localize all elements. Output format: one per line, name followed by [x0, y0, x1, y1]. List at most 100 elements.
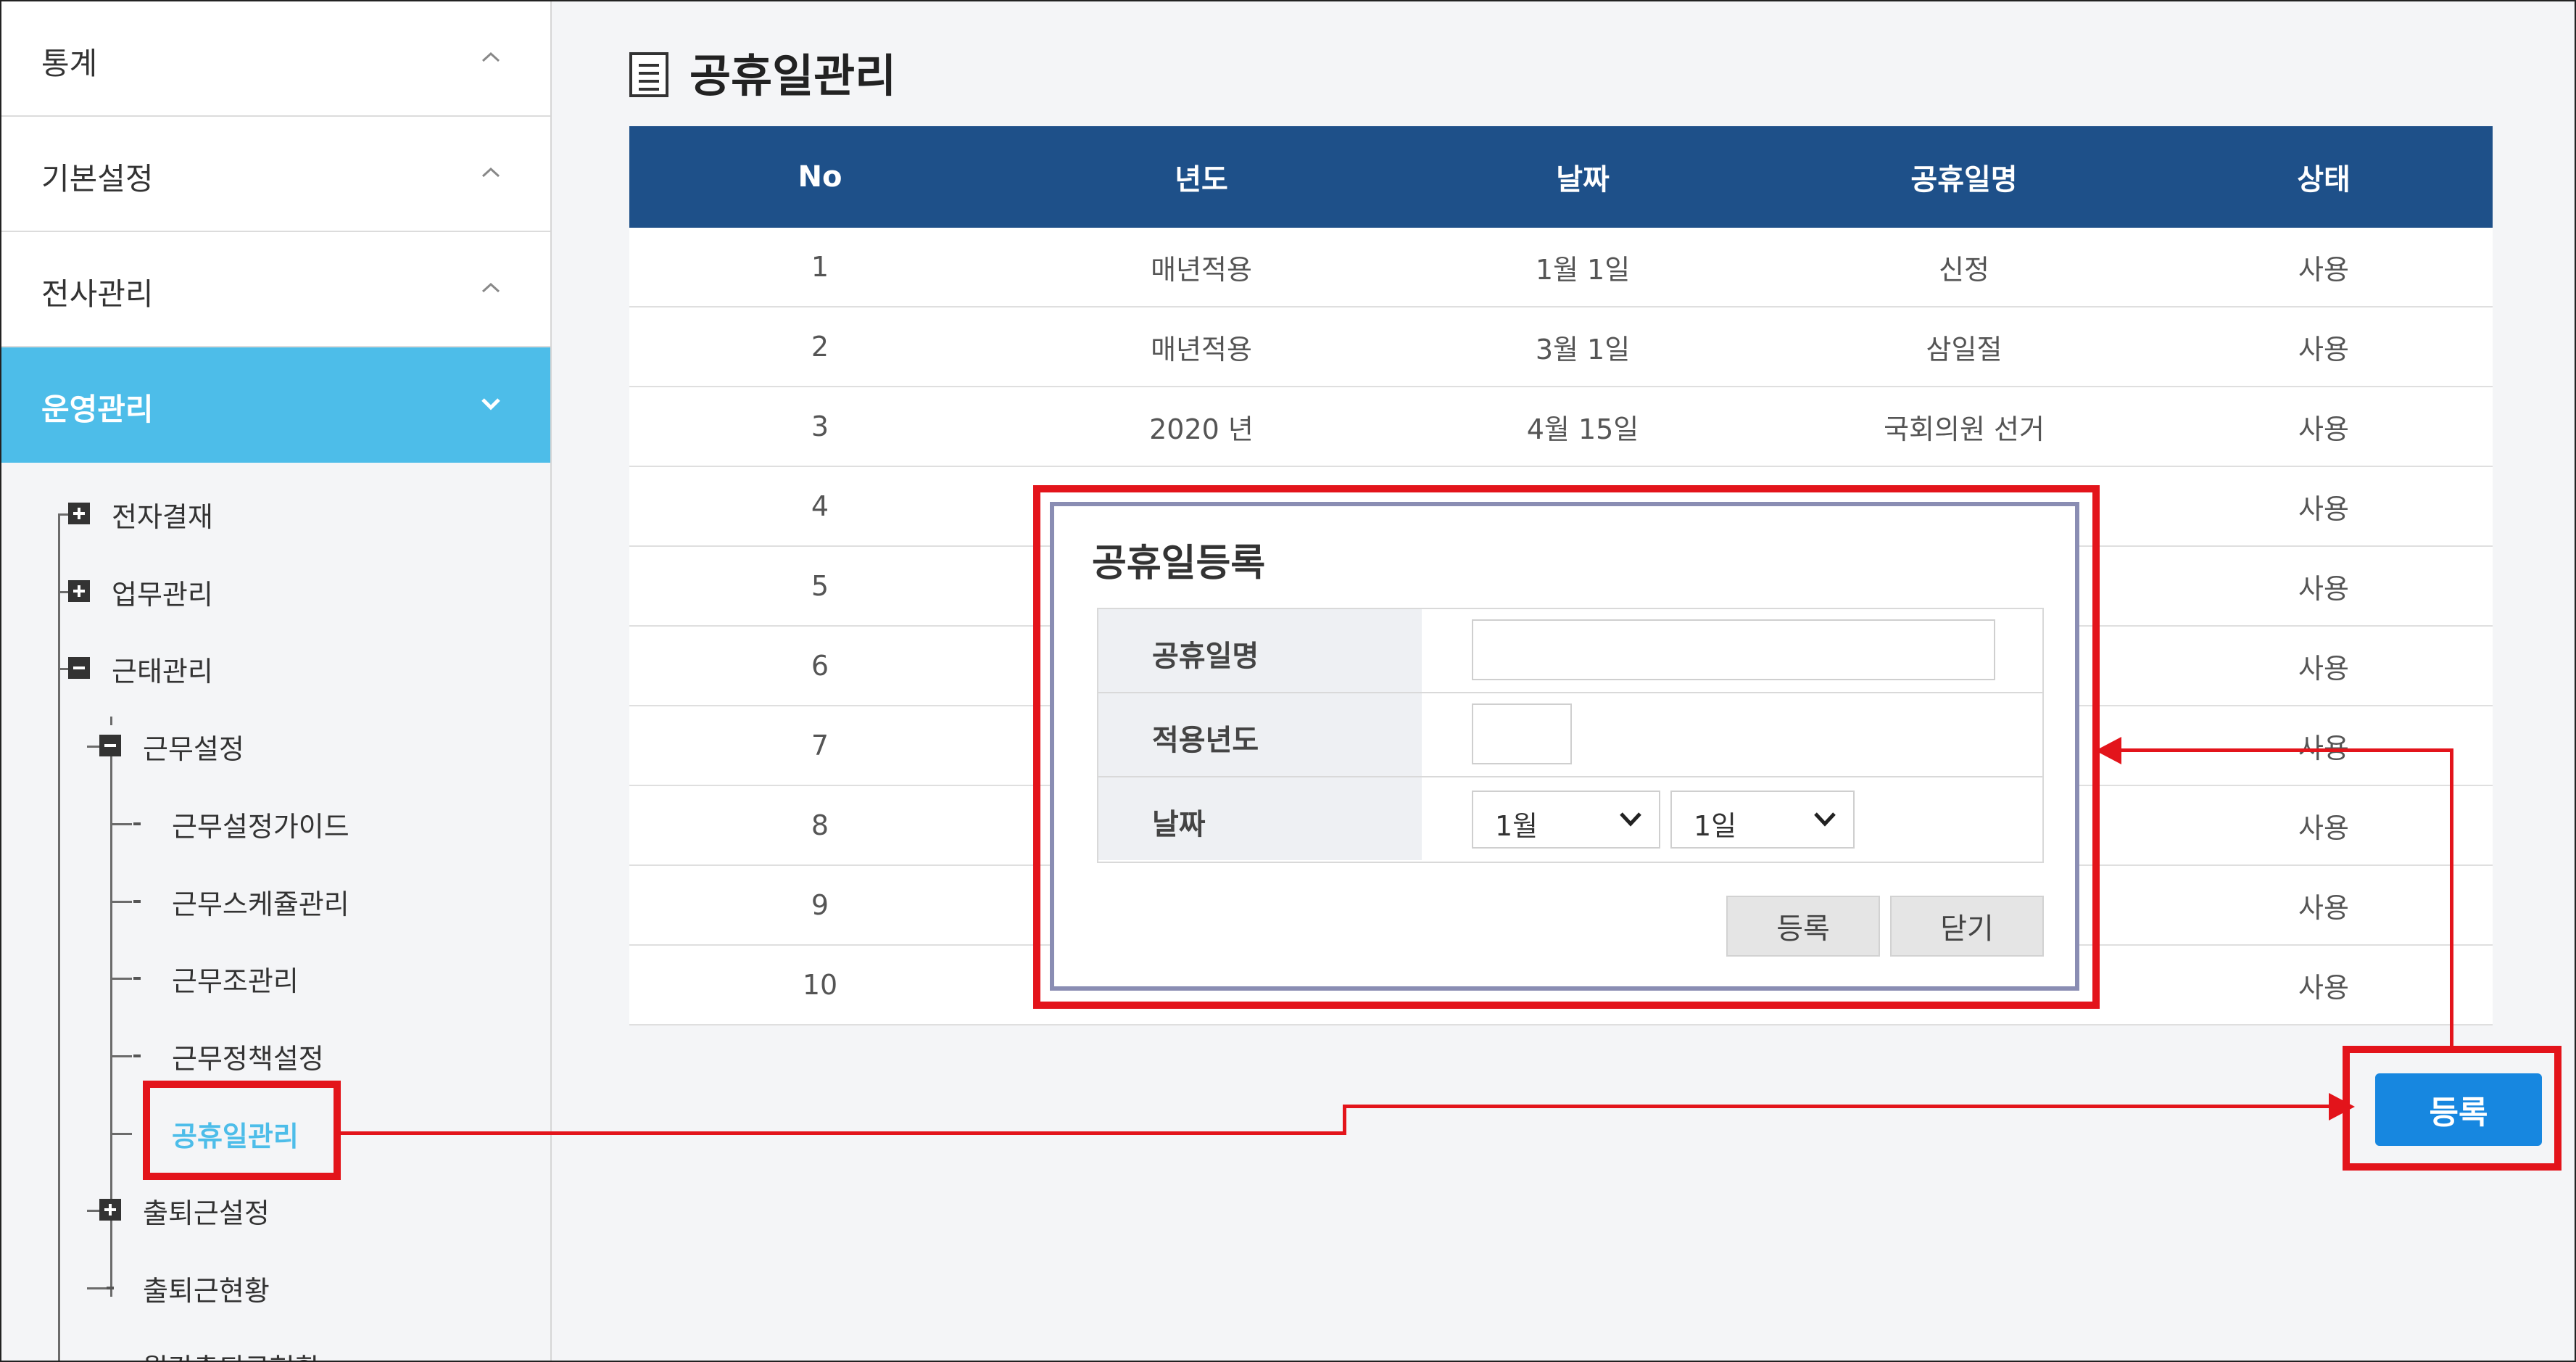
tree-line: [110, 901, 132, 903]
tree-item-attendance[interactable]: 근태관리: [112, 649, 213, 689]
holiday-name-input[interactable]: [1472, 619, 1995, 680]
tree-line: [110, 823, 132, 825]
day-value: 1일: [1694, 810, 1737, 842]
bullet-icon: [133, 977, 141, 980]
tree-line: [110, 1055, 132, 1057]
tree-item-work[interactable]: 업무관리: [112, 572, 213, 612]
table-cell: 1월 1일: [1535, 253, 1631, 286]
tree-line: [110, 1133, 132, 1135]
tree-item-group[interactable]: 근무조관리: [172, 959, 299, 999]
table-cell: 사용: [2298, 971, 2349, 1004]
chevron-up-icon: [481, 167, 500, 178]
plus-icon[interactable]: [68, 580, 90, 602]
tree-item-schedule[interactable]: 근무스케쥴관리: [172, 882, 349, 922]
day-select[interactable]: 1일: [1670, 791, 1855, 849]
chevron-down-icon: [1814, 812, 1836, 827]
month-value: 1월: [1495, 810, 1538, 842]
date-label: 날짜: [1152, 808, 1206, 841]
column-header[interactable]: 상태: [2155, 126, 2493, 228]
menu-operations[interactable]: 운영관리: [1, 347, 550, 463]
table-cell: 사용: [2298, 413, 2349, 445]
tree-item-approval[interactable]: 전자결재: [112, 495, 213, 535]
table-cell: 사용: [2298, 492, 2349, 525]
table-cell: 사용: [2298, 812, 2349, 844]
chevron-down-icon: [1620, 812, 1641, 827]
annotation-line: [2117, 748, 2453, 752]
form-row-date: 날짜 1월 1일: [1098, 777, 2042, 860]
tree-line: [110, 717, 112, 725]
menu-company[interactable]: 전사관리: [1, 232, 550, 347]
table-cell: 8: [811, 809, 829, 841]
table-cell: 국회의원 선거: [1884, 413, 2045, 445]
table-cell: 1: [811, 251, 829, 283]
tree-item-work-settings[interactable]: 근무설정: [143, 727, 244, 767]
table-cell: 2020 년: [1149, 413, 1254, 445]
annotation-line: [1343, 1105, 1346, 1135]
bullet-icon: [133, 900, 141, 903]
bullet-icon: [133, 1054, 141, 1057]
chevron-up-icon: [481, 282, 500, 293]
chevron-up-icon: [481, 51, 500, 62]
modal-form: 공휴일명 적용년도 날짜 1월 1일: [1097, 608, 2044, 863]
tree-item-commute-settings[interactable]: 출퇴근설정: [143, 1191, 270, 1231]
column-header[interactable]: 년도: [1011, 126, 1392, 228]
table-row[interactable]: 3 2020 년 4월 15일 국회의원 선거 사용: [629, 387, 2493, 467]
column-header[interactable]: 날짜: [1392, 126, 1773, 228]
table-cell: 7: [811, 730, 829, 762]
annotation-line: [1343, 1105, 2343, 1108]
table-cell: 매년적용: [1151, 333, 1252, 366]
table-cell: 6: [811, 650, 829, 682]
minus-icon[interactable]: [68, 657, 90, 679]
column-header[interactable]: 공휴일명: [1773, 126, 2155, 228]
table-cell: 10: [802, 969, 838, 1001]
tree-line: [87, 1287, 109, 1289]
tree-item-commute-status[interactable]: 출퇴근현황: [143, 1268, 270, 1308]
modal-close-button[interactable]: 닫기: [1890, 896, 2044, 957]
table-cell: 매년적용: [1151, 253, 1252, 286]
table-cell: 3: [811, 410, 829, 442]
year-label: 적용년도: [1152, 724, 1259, 757]
table-row[interactable]: 2 매년적용 3월 1일 삼일절 사용: [629, 308, 2493, 387]
tree-line: [110, 978, 132, 980]
table-cell: 9: [811, 889, 829, 921]
table-cell: 사용: [2298, 891, 2349, 924]
form-label-cell: 적용년도: [1098, 693, 1422, 776]
name-label: 공휴일명: [1152, 640, 1259, 673]
tree-item-monthly[interactable]: 월간출퇴근현황: [143, 1346, 320, 1361]
menu-label: 전사관리: [41, 276, 154, 312]
chevron-down-icon: [481, 398, 500, 410]
month-select[interactable]: 1월: [1472, 791, 1660, 849]
bullet-icon: [133, 822, 141, 825]
table-cell: 신정: [1939, 253, 1989, 286]
table-cell: 3월 1일: [1535, 333, 1631, 366]
tree-line: [58, 513, 60, 1361]
holiday-register-modal: 공휴일등록 공휴일명 적용년도 날짜 1월 1일 등록 닫기: [1050, 502, 2079, 991]
form-label-cell: 공휴일명: [1098, 609, 1422, 692]
table-cell: 사용: [2298, 732, 2349, 764]
table-row[interactable]: 1 매년적용 1월 1일 신정 사용: [629, 228, 2493, 308]
table-cell: 삼일절: [1926, 333, 2003, 366]
tree-item-guide[interactable]: 근무설정가이드: [172, 804, 349, 844]
plus-icon[interactable]: [68, 503, 90, 524]
annotation-line: [2450, 748, 2453, 1053]
bullet-icon: [107, 1287, 114, 1289]
menu-label: 운영관리: [41, 392, 154, 427]
table-cell: 4: [811, 490, 829, 522]
app-frame: 통계 기본설정 전사관리 운영관리 전자결재 업무관리 근태관리 근무설정 근무…: [0, 0, 2576, 1362]
column-header[interactable]: No: [629, 126, 1011, 228]
menu-stats[interactable]: 통계: [1, 1, 550, 117]
tree-item-policy[interactable]: 근무정책설정: [172, 1036, 324, 1076]
year-input[interactable]: [1472, 703, 1572, 764]
sidebar-tree: 전자결재 업무관리 근태관리 근무설정 근무설정가이드 근무스케쥴관리 근무조관…: [1, 463, 550, 1361]
plus-icon[interactable]: [99, 1199, 121, 1221]
modal-register-button[interactable]: 등록: [1726, 896, 1880, 957]
menu-label: 통계: [41, 46, 98, 81]
minus-icon[interactable]: [99, 735, 121, 756]
form-row-name: 공휴일명: [1098, 609, 2042, 693]
menu-basic-settings[interactable]: 기본설정: [1, 117, 550, 232]
modal-title: 공휴일등록: [1092, 542, 1266, 585]
highlight-register-button: [2343, 1046, 2561, 1171]
table-cell: 2: [811, 331, 829, 363]
annotation-line: [336, 1131, 1344, 1135]
form-label-cell: 날짜: [1098, 777, 1422, 860]
